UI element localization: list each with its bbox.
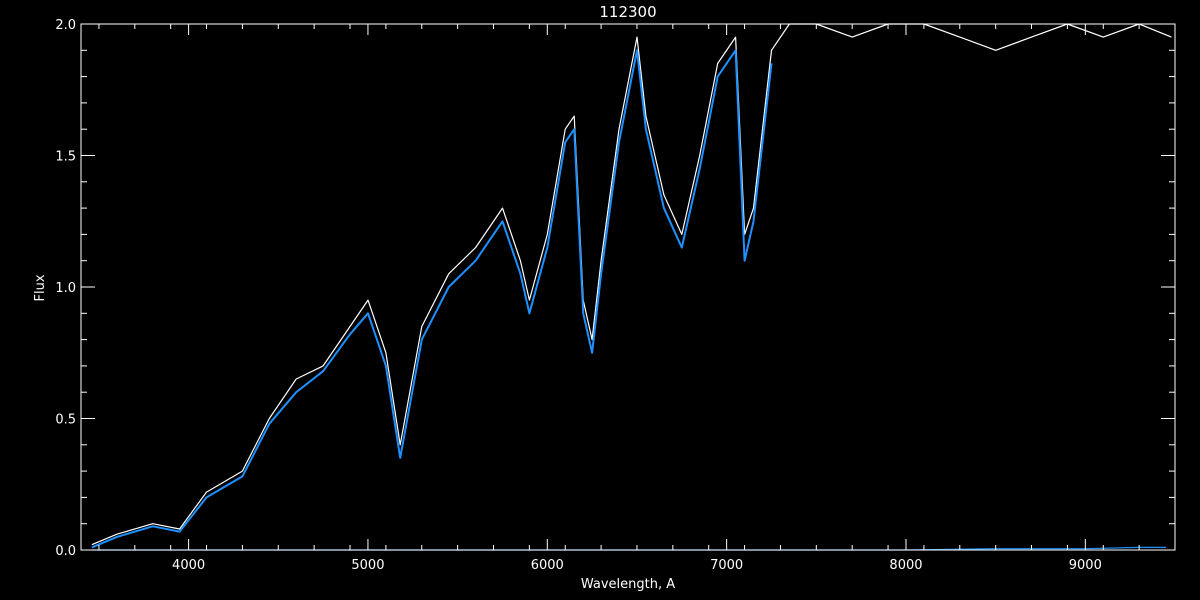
x-tick-label: 5000 <box>351 558 384 573</box>
y-tick-label: 2.0 <box>55 18 76 33</box>
x-tick-label: 7000 <box>710 558 743 573</box>
x-tick-label: 6000 <box>531 558 564 573</box>
y-tick-label: 1.0 <box>55 281 76 296</box>
x-tick-label: 4000 <box>172 558 205 573</box>
x-tick-label: 9000 <box>1069 558 1102 573</box>
chart-background <box>0 0 1200 600</box>
x-axis-label: Wavelength, A <box>581 577 675 592</box>
spectrum-chart: 112300 Wavelength, A Flux 4000 5000 6000 70… <box>0 0 1200 600</box>
chart-title: 112300 <box>599 3 656 21</box>
y-tick-label: 0.0 <box>55 544 76 559</box>
x-tick-label: 8000 <box>889 558 922 573</box>
y-axis-label: Flux <box>33 274 48 301</box>
y-tick-label: 1.5 <box>55 150 76 165</box>
y-tick-label: 0.5 <box>55 413 76 428</box>
